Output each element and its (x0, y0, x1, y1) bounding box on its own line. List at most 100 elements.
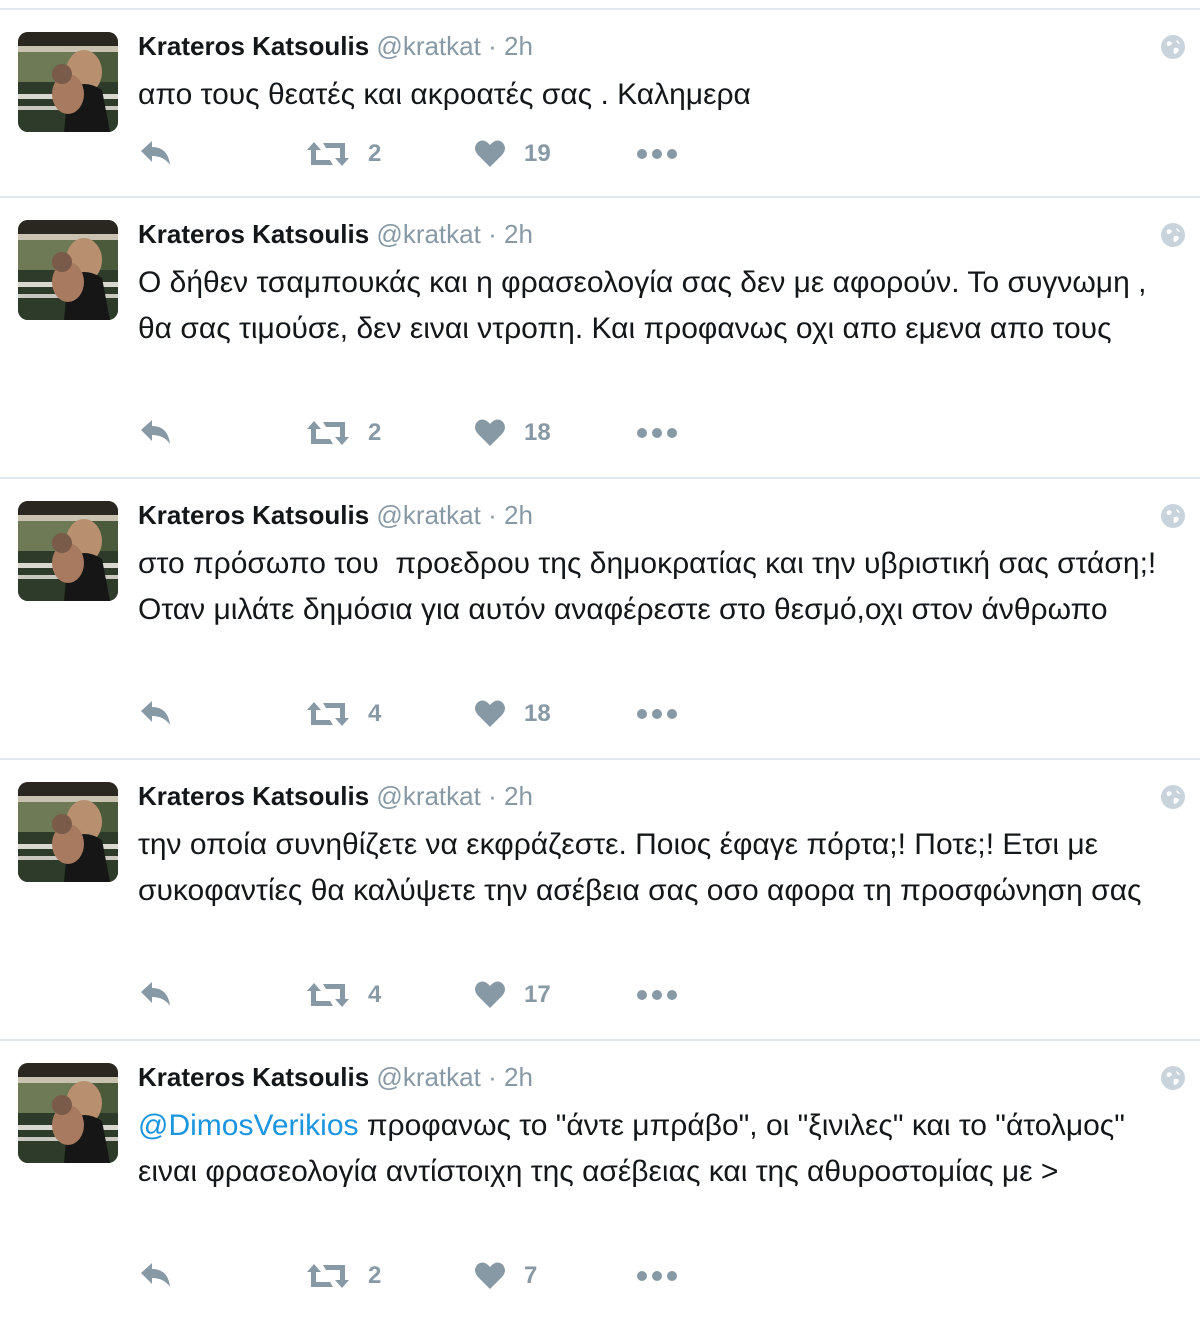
tweet-header: Krateros Katsoulis @kratkat · 2h (138, 499, 533, 531)
like-count: 7 (524, 1262, 538, 1289)
avatar-photo (18, 32, 118, 132)
tweet-body: Ο δήθεν τσαμπουκάς και η φρασεολογία σας… (138, 266, 1164, 345)
header-separator: · (488, 219, 497, 249)
tweet-body: απο τους θεατές και ακροατές σας . Καλημ… (138, 78, 751, 111)
reply-button[interactable] (138, 975, 174, 1015)
tweet-text: Ο δήθεν τσαμπουκάς και η φρασεολογία σας… (138, 260, 1178, 352)
more-button[interactable] (636, 694, 678, 734)
author-handle[interactable]: @kratkat (376, 781, 480, 811)
reply-button[interactable] (138, 134, 174, 174)
retweet-button[interactable]: 4 (306, 694, 381, 734)
like-button[interactable]: 19 (474, 134, 551, 174)
timestamp[interactable]: 2h (504, 1062, 533, 1092)
avatar[interactable] (18, 32, 118, 132)
retweet-button[interactable]: 4 (306, 975, 381, 1015)
avatar[interactable] (18, 1063, 118, 1163)
like-button[interactable]: 7 (474, 1256, 537, 1296)
timestamp[interactable]: 2h (504, 219, 533, 249)
reply-button[interactable] (138, 1256, 174, 1296)
header-separator: · (488, 31, 497, 61)
timestamp[interactable]: 2h (504, 781, 533, 811)
tweet[interactable]: Krateros Katsoulis @kratkat · 2h την οπο… (0, 760, 1200, 1041)
heart-icon (475, 419, 505, 446)
author-handle[interactable]: @kratkat (376, 31, 480, 61)
more-button[interactable] (636, 1256, 678, 1296)
globe-icon (1161, 504, 1185, 528)
mention-link[interactable]: @DimosVerikios (138, 1109, 359, 1142)
more-dots-icon (637, 1271, 677, 1281)
like-count: 18 (524, 700, 551, 727)
tweet-header: Krateros Katsoulis @kratkat · 2h (138, 1061, 533, 1093)
heart-icon (475, 140, 505, 167)
reply-icon (141, 420, 170, 444)
tweet-text: την οποία συνηθίζετε να εκφράζεστε. Ποιο… (138, 822, 1178, 914)
tweet-body: την οποία συνηθίζετε να εκφράζεστε. Ποιο… (138, 828, 1142, 907)
avatar[interactable] (18, 220, 118, 320)
tweet[interactable]: Krateros Katsoulis @kratkat · 2h Ο δήθεν… (0, 198, 1200, 479)
avatar[interactable] (18, 501, 118, 601)
reply-icon (141, 1263, 170, 1287)
more-dots-icon (637, 149, 677, 159)
author-name[interactable]: Krateros Katsoulis (138, 219, 369, 249)
reply-button[interactable] (138, 694, 174, 734)
more-dots-icon (637, 990, 677, 1000)
retweet-icon (307, 1264, 349, 1288)
header-separator: · (488, 1062, 497, 1092)
avatar-photo (18, 782, 118, 882)
more-button[interactable] (636, 975, 678, 1015)
globe-icon (1161, 785, 1185, 809)
retweet-button[interactable]: 2 (306, 134, 381, 174)
like-button[interactable]: 18 (474, 413, 551, 453)
tweet[interactable]: Krateros Katsoulis @kratkat · 2h στο πρό… (0, 479, 1200, 760)
like-count: 17 (524, 981, 551, 1008)
more-dots-icon (637, 428, 677, 438)
like-button[interactable]: 18 (474, 694, 551, 734)
heart-icon (475, 700, 505, 727)
author-name[interactable]: Krateros Katsoulis (138, 500, 369, 530)
avatar-photo (18, 220, 118, 320)
more-button[interactable] (636, 413, 678, 453)
like-count: 18 (524, 419, 551, 446)
more-dots-icon (637, 709, 677, 719)
reply-icon (141, 141, 170, 165)
retweet-count: 4 (368, 700, 382, 727)
tweet-header: Krateros Katsoulis @kratkat · 2h (138, 780, 533, 812)
reply-icon (141, 982, 170, 1006)
tweet-body: στο πρόσωπο του προεδρου της δημοκρατίας… (138, 547, 1173, 626)
retweet-button[interactable]: 2 (306, 413, 381, 453)
author-handle[interactable]: @kratkat (376, 219, 480, 249)
author-handle[interactable]: @kratkat (376, 1062, 480, 1092)
author-name[interactable]: Krateros Katsoulis (138, 31, 369, 61)
globe-icon (1161, 35, 1185, 59)
timestamp[interactable]: 2h (504, 31, 533, 61)
reply-icon (141, 701, 170, 725)
retweet-button[interactable]: 2 (306, 1256, 381, 1296)
header-separator: · (488, 500, 497, 530)
retweet-icon (307, 421, 349, 445)
tweet-text: απο τους θεατές και ακροατές σας . Καλημ… (138, 72, 1178, 118)
author-name[interactable]: Krateros Katsoulis (138, 781, 369, 811)
globe-icon (1161, 1066, 1185, 1090)
tweet[interactable]: Krateros Katsoulis @kratkat · 2h @DimosV… (0, 1041, 1200, 1321)
like-button[interactable]: 17 (474, 975, 551, 1015)
heart-icon (475, 981, 505, 1008)
timestamp[interactable]: 2h (504, 500, 533, 530)
tweet-text: @DimosVerikios προφανως το "άντε μπράβο"… (138, 1103, 1178, 1195)
avatar[interactable] (18, 782, 118, 882)
more-button[interactable] (636, 134, 678, 174)
tweet-text: στο πρόσωπο του προεδρου της δημοκρατίας… (138, 541, 1178, 633)
tweet-header: Krateros Katsoulis @kratkat · 2h (138, 30, 533, 62)
retweet-icon (307, 142, 349, 166)
avatar-photo (18, 501, 118, 601)
author-name[interactable]: Krateros Katsoulis (138, 1062, 369, 1092)
like-count: 19 (524, 140, 551, 167)
reply-button[interactable] (138, 413, 174, 453)
globe-icon (1161, 223, 1185, 247)
tweet-header: Krateros Katsoulis @kratkat · 2h (138, 218, 533, 250)
heart-icon (475, 1262, 505, 1289)
tweet-feed: Krateros Katsoulis @kratkat · 2h απο του… (0, 0, 1200, 1312)
avatar-photo (18, 1063, 118, 1163)
retweet-icon (307, 702, 349, 726)
tweet[interactable]: Krateros Katsoulis @kratkat · 2h απο του… (0, 8, 1200, 198)
author-handle[interactable]: @kratkat (376, 500, 480, 530)
